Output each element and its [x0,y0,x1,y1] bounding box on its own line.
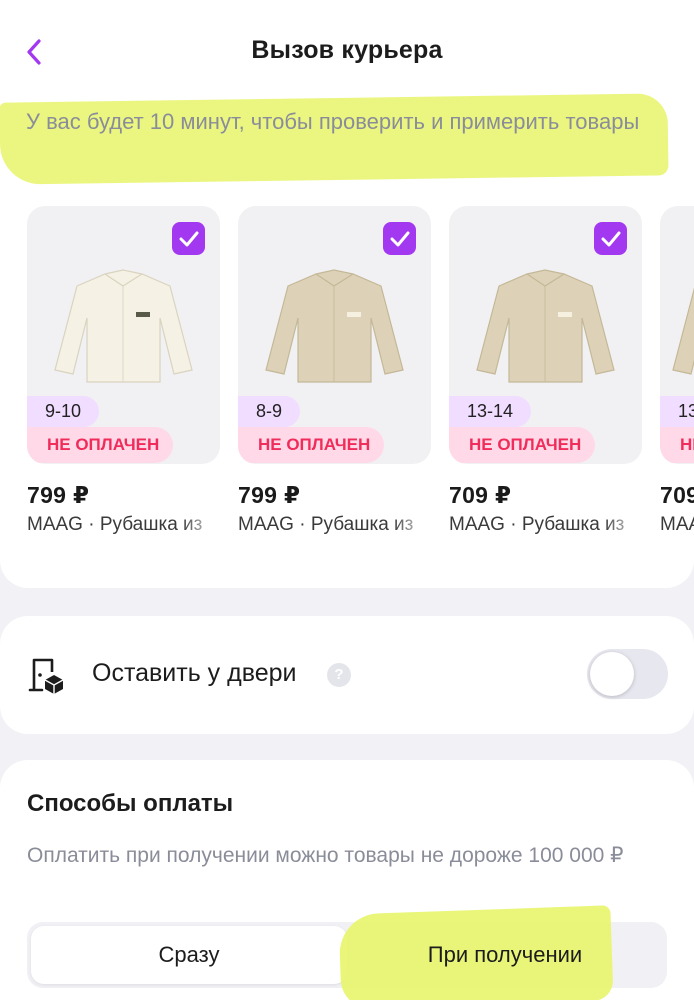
shirt-image [265,269,404,383]
help-icon[interactable]: ? [327,663,351,687]
payment-note: Оплатить при получении можно товары не д… [27,844,624,867]
size-badge: 13 [660,396,694,427]
payment-methods-title: Способы оплаты [27,790,234,817]
product-image[interactable]: 13-14 НЕ ОПЛАЧЕН [449,206,642,464]
toggle-knob [590,652,634,696]
status-badge: НЕ ОПЛАЧЕН [238,427,385,463]
product-name[interactable]: MAAG · Рубашка из [449,514,642,536]
status-badge: НЕ ОПЛАЧЕН [449,427,596,463]
product-price: 709 [660,482,694,508]
leave-at-door-card: Оставить у двери ? [0,616,694,734]
select-checkbox[interactable] [594,222,627,255]
size-badge: 8-9 [238,396,301,427]
status-badge: НЕ ОПЛАЧЕН [27,427,174,463]
pay-now-option[interactable]: Сразу [31,926,347,984]
product-name[interactable]: MAAG · Рубашка из [238,514,431,536]
product-name[interactable]: MAAG [660,514,694,536]
checkmark-icon [390,231,409,246]
shirt-image [476,269,615,383]
checkmark-icon [179,231,198,246]
product-image[interactable]: 13 НЕ [660,206,694,464]
payment-methods-card: Способы оплаты Оплатить при получении мо… [0,760,694,1000]
leave-at-door-label: Оставить у двери [92,659,297,687]
shirt-image [54,269,193,383]
size-badge: 13-14 [449,396,532,427]
product-price: 799 ₽ [238,482,301,508]
product-image[interactable]: 9-10 НЕ ОПЛАЧЕН [27,206,220,464]
pay-on-delivery-option[interactable]: При получении [347,926,663,984]
product-card[interactable]: 8-9 НЕ ОПЛАЧЕН 799 ₽ MAAG · Рубашка из [238,206,431,536]
info-text: У вас будет 10 минут, чтобы проверить и … [26,109,640,134]
product-price: 799 ₽ [27,482,90,508]
product-card[interactable]: 9-10 НЕ ОПЛАЧЕН 799 ₽ MAAG · Рубашка из [27,206,220,536]
product-name[interactable]: MAAG · Рубашка из [27,514,220,536]
checkmark-icon [601,231,620,246]
select-checkbox[interactable] [172,222,205,255]
page-title: Вызов курьера [251,36,443,64]
product-price: 709 ₽ [449,482,512,508]
items-card: Вызов курьера У вас будет 10 минут, чтоб… [0,0,694,588]
door-box-icon [28,658,64,694]
product-image[interactable]: 8-9 НЕ ОПЛАЧЕН [238,206,431,464]
status-badge: НЕ [660,427,694,463]
shirt-image [672,287,694,375]
select-checkbox[interactable] [383,222,416,255]
product-card[interactable]: 13-14 НЕ ОПЛАЧЕН 709 ₽ MAAG · Рубашка из [449,206,642,536]
product-card[interactable]: 13 НЕ 709 MAAG [660,206,694,536]
products-carousel[interactable]: 9-10 НЕ ОПЛАЧЕН 799 ₽ MAAG · Рубашка из … [27,206,694,546]
leave-at-door-toggle[interactable] [587,649,668,699]
size-badge: 9-10 [27,396,100,427]
